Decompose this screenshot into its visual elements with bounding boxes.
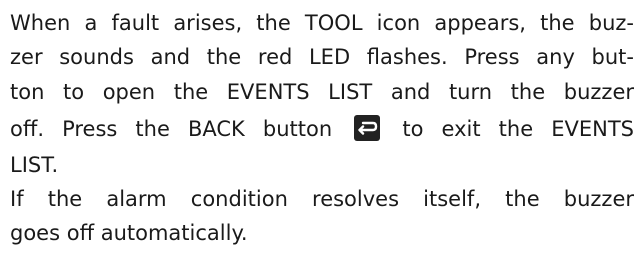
text-line: LIST. [10,153,59,177]
text-line: zer sounds and the red LED flashes. Pres… [10,45,634,69]
manual-text-block: When a fault arises, the TOOL icon appea… [10,6,634,250]
text-line: ton to open the EVENTS LIST and turn the… [10,80,634,104]
text-line-with-icon: off. Press the BACK button to exit the E… [10,111,634,148]
auto-reset-paragraph: If the alarm condition resolves itself, … [10,182,634,250]
back-arrow-icon [354,115,381,141]
text-fragment: to exit the EVENTS [402,117,634,141]
text-line: When a fault arises, the TOOL icon appea… [10,11,634,35]
text-line: goes off automatically. [10,221,248,245]
fault-alarm-paragraph: When a fault arises, the TOOL icon appea… [10,6,634,182]
text-fragment: off. Press the BACK button [10,117,333,141]
text-line: If the alarm condition resolves itself, … [10,187,634,211]
